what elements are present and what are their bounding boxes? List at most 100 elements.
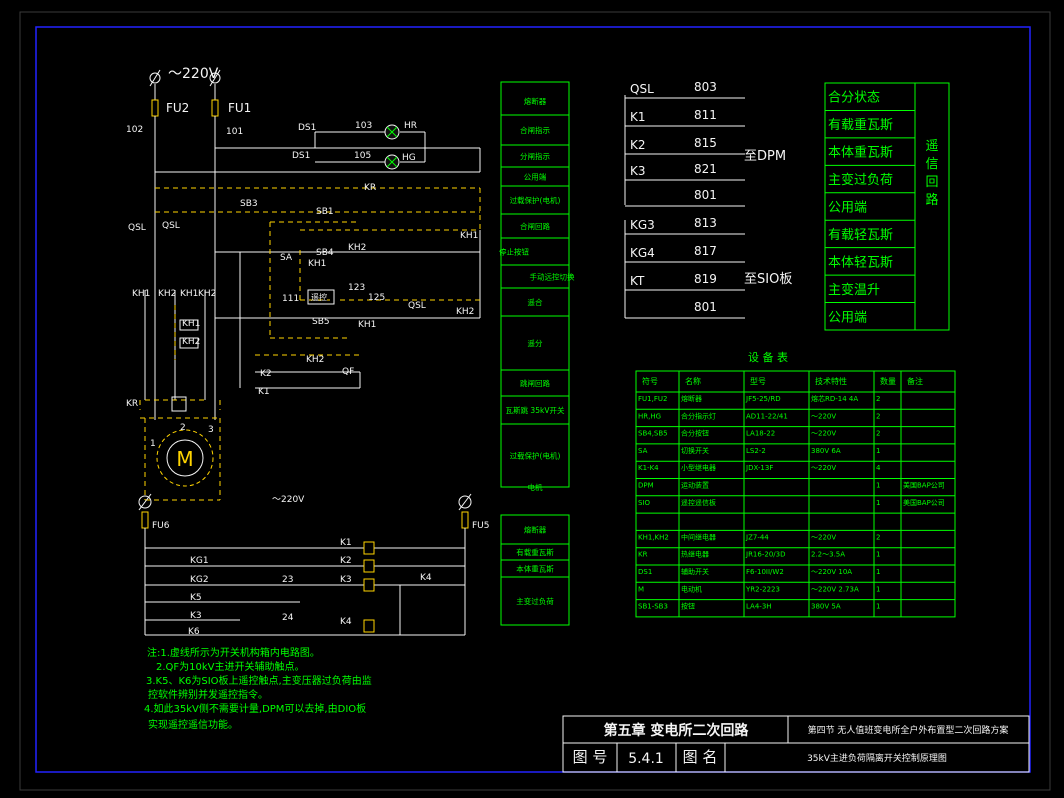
function-label: 主变过负荷 [516, 596, 554, 606]
terminal-number: 819 [694, 272, 717, 286]
equipment-cell: 4 [876, 464, 881, 472]
node-111: 111 [282, 294, 299, 304]
qf-label: QF [342, 367, 354, 377]
equipment-cell: FU1,FU2 [638, 395, 667, 403]
hr-label: HR [404, 121, 417, 131]
equipment-cell: 切换开关 [681, 446, 709, 455]
fu6-label: FU6 [152, 521, 170, 531]
note-line: 控软件辨别并发遥控指令。 [148, 688, 268, 701]
terminal-number: 815 [694, 136, 717, 150]
supply-label: ～220V [168, 66, 219, 82]
equipment-cell: 按钮 [681, 602, 695, 611]
remote-signal-group-label: 遥信回路 [925, 139, 938, 208]
equipment-header: 名称 [685, 376, 701, 386]
equipment-header: 技术特性 [815, 376, 847, 386]
equipment-cell: 1 [876, 603, 880, 611]
equipment-cell: AD11-22/41 [746, 412, 788, 420]
equipment-cell: 1 [876, 551, 880, 559]
kh2-label-d: KH2 [348, 243, 366, 253]
node-105: 105 [354, 151, 371, 161]
terminal-number: 813 [694, 216, 717, 230]
function-label: 合闸指示 [520, 125, 550, 135]
terminal-name: K3 [630, 164, 646, 178]
drawing-name-label: 图 名 [683, 748, 718, 766]
terminal-number: 811 [694, 108, 717, 122]
signal-item: 主变温升 [828, 282, 880, 298]
terminal-number: 801 [694, 188, 717, 202]
motor-symbol: M 1 2 3 [150, 423, 214, 487]
equipment-header: 符号 [642, 376, 658, 386]
terminal-name: K2 [630, 138, 646, 152]
motor-terminal-2: 2 [180, 423, 186, 433]
equipment-cell: 运动装置 [681, 481, 709, 490]
qsl-3: QSL [408, 301, 426, 311]
equipment-cell: 合分按钮 [681, 429, 709, 438]
equipment-header: 数量 [880, 376, 896, 386]
qsl-2: QSL [162, 221, 180, 231]
terminal-number: 821 [694, 162, 717, 176]
terminal-number: 801 [694, 300, 717, 314]
kh2-label-b: KH2 [198, 289, 216, 299]
equipment-cell: 辅助开关 [681, 567, 709, 576]
equipment-header: 型号 [750, 377, 766, 386]
equipment-cell: DPM [638, 482, 654, 490]
terminal-name: KG4 [630, 246, 655, 260]
equipment-cell: 美国BAP公司 [903, 481, 945, 490]
sa-label: SA [280, 253, 293, 263]
equipment-cell: K1-K4 [638, 464, 659, 472]
signal-relay-circuit [138, 493, 472, 636]
signal-item: 主变过负荷 [828, 172, 893, 188]
sb4-label: SB4 [316, 248, 334, 258]
equipment-cell: 中间继电器 [681, 532, 716, 541]
equipment-cell: KH1,KH2 [638, 533, 669, 541]
equipment-cell: LA18-22 [746, 430, 775, 438]
function-label: 合闸回路 [520, 221, 550, 231]
function-label: 过载保护(电机) [510, 195, 561, 205]
equipment-cell: ～220V [811, 464, 836, 472]
equipment-cell: JF5-25/RD [745, 395, 781, 403]
kh2-label-f: KH2 [306, 355, 324, 365]
equipment-header: 备注 [907, 376, 923, 386]
equipment-table-frame [635, 370, 956, 618]
function-label: 过载保护(电机) [510, 451, 561, 461]
equipment-cell: SB1-SB3 [638, 603, 668, 611]
k2-label: K2 [260, 369, 272, 379]
kh2-label-c: KH2 [182, 337, 200, 347]
note-line: 注:1.虚线所示为开关机构箱内电路图。 [147, 646, 320, 659]
equipment-cell: 1 [876, 585, 880, 593]
equipment-cell: 1 [876, 447, 880, 455]
equipment-cell: ～220V [811, 430, 836, 438]
control-circuit-labels: ～220V FU2 FU1 102 101 DS1 DS1 103 105 HR… [126, 66, 478, 409]
signal-item: 本体轻瓦斯 [828, 255, 893, 270]
ds1b-label: DS1 [292, 151, 310, 161]
fu5-label: FU5 [472, 521, 490, 531]
kh1-label-f: KH1 [358, 320, 376, 330]
node-125: 125 [368, 293, 385, 303]
k4-contact-label: K4 [420, 573, 432, 583]
note-line: 4.如此35kV侧不需要计量,DPM可以去掉,由DIO板 [144, 702, 366, 715]
equipment-cell: JZ7-44 [745, 533, 769, 541]
equipment-table: 符号 名称 型号 技术特性 数量 备注 FU1,FU2 熔断器 JF5-25/RD 熔芯RD-14… [635, 370, 956, 618]
signal-item: 公用端 [828, 201, 867, 216]
terminal-name: KT [630, 274, 645, 288]
kr-motor-label: KR [126, 399, 138, 409]
function-label: 瓦斯跳 35kV开关 [506, 405, 565, 415]
equipment-cell: HR,HG [638, 412, 661, 420]
row-left-k5: K5 [190, 593, 202, 603]
motor-terminal-3: 3 [208, 425, 214, 435]
sb3-label: SB3 [240, 199, 258, 209]
kh1-label-e: KH1 [308, 259, 326, 269]
row-left-k6: K6 [188, 627, 200, 637]
to-dpm-label: 至DPM [744, 149, 786, 164]
kh2-label-e: KH2 [456, 307, 474, 317]
function-label: 手动远控切换 [530, 272, 575, 282]
equipment-cell: LA4-3H [746, 603, 772, 611]
function-label-column: 熔断器合闸指示分闸指示公用端过载保护(电机)合闸回路停止按钮手动远控切换遥合遥分… [499, 81, 575, 626]
k1-label: K1 [258, 387, 270, 397]
motor-terminal-1: 1 [150, 439, 156, 449]
function-label: 遥分 [528, 338, 543, 348]
fu1-label: FU1 [228, 101, 251, 115]
function-label: 公用端 [524, 172, 547, 182]
lower-supply: ～220V [272, 495, 305, 505]
equipment-cell: ～220V [811, 533, 836, 541]
